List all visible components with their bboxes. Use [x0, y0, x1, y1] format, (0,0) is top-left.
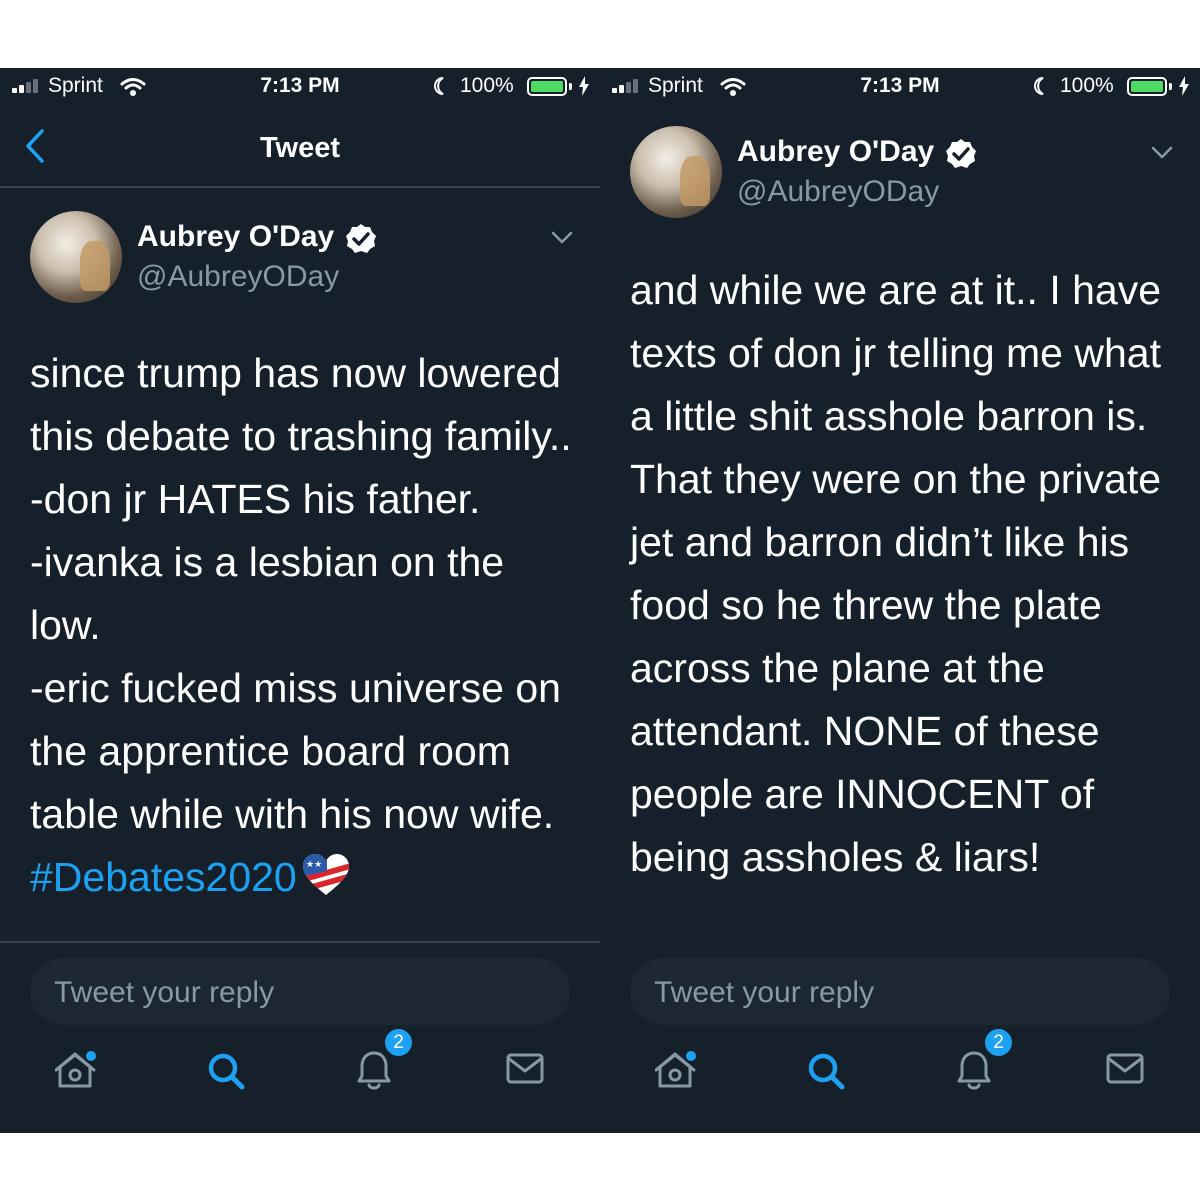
new-tweets-dot [86, 1051, 96, 1061]
hashtag-line: #Debates2020 ★★ [30, 846, 572, 909]
chevron-down-icon[interactable] [551, 231, 573, 245]
tweet-line: jet and barron didn’t like his [630, 519, 1130, 565]
tweet-line: a little shit asshole barron is. [630, 393, 1148, 439]
tweet-header: Tweet [0, 104, 600, 188]
search-icon [808, 1053, 845, 1090]
tab-search[interactable] [204, 1043, 274, 1133]
tweet-line: table while with his now wife. [30, 791, 555, 837]
battery-level [531, 81, 563, 92]
tweet-line: low. [30, 602, 101, 648]
battery-level [1131, 81, 1163, 92]
tab-bar: 2 [0, 1029, 600, 1133]
tweet-line: across the plane at the [630, 645, 1045, 691]
tweet-line: since trump has now lowered [30, 350, 561, 396]
messages-icon [1106, 1053, 1144, 1084]
page-title: Tweet [259, 132, 341, 164]
search-icon [208, 1053, 245, 1090]
tweet-line: food so he threw the plate [630, 582, 1102, 628]
reply-input[interactable]: Tweet your reply [630, 958, 1170, 1025]
battery-icon [1127, 77, 1167, 96]
tweet-line: people are INNOCENT of [630, 771, 1095, 817]
divider [0, 941, 600, 943]
reply-placeholder: Tweet your reply [54, 976, 275, 1009]
moon-icon [1034, 77, 1044, 95]
battery-percent: 100% [460, 74, 514, 97]
author-handle[interactable]: @AubreyODay [737, 175, 939, 209]
tweet-line: this debate to trashing family.. [30, 413, 572, 459]
new-tweets-dot [686, 1051, 696, 1061]
tweet-screen-left: Sprint 7:13 PM 100% Tweet Aubrey O'Day @… [0, 68, 600, 1133]
avatar[interactable] [30, 211, 122, 303]
author-name[interactable]: Aubrey O'Day [737, 135, 934, 169]
tab-messages[interactable] [505, 1043, 575, 1133]
charging-bolt-icon [1179, 76, 1189, 96]
battery-icon [527, 77, 567, 96]
tweet-line: That they were on the private [630, 456, 1162, 502]
tweet-line: the apprentice board room [30, 728, 511, 774]
author-handle[interactable]: @AubreyODay [137, 260, 339, 294]
tab-bar: 2 [600, 1029, 1200, 1133]
reply-placeholder: Tweet your reply [654, 976, 875, 1009]
author-name[interactable]: Aubrey O'Day [137, 220, 334, 254]
reply-input[interactable]: Tweet your reply [30, 958, 570, 1025]
battery-cap [569, 83, 572, 90]
verified-icon [946, 139, 976, 168]
tab-notifications[interactable]: 2 [954, 1029, 1024, 1133]
flag-heart-icon: ★★ [302, 854, 349, 895]
status-bar: Sprint 7:13 PM 100% [0, 68, 600, 104]
charging-bolt-icon [579, 76, 589, 96]
tweet-screen-right: Sprint 7:13 PM 100% Aubrey O'Day @Aubrey… [600, 68, 1200, 1133]
tweet-text: and while we are at it.. I have texts of… [630, 259, 1161, 889]
notification-badge: 2 [985, 1029, 1012, 1056]
tab-search[interactable] [804, 1043, 874, 1133]
status-bar: Sprint 7:13 PM 100% [600, 68, 1200, 104]
messages-icon [506, 1053, 544, 1084]
tweet-line: -eric fucked miss universe on [30, 665, 561, 711]
notification-badge: 2 [385, 1029, 412, 1056]
moon-icon [434, 77, 444, 95]
tab-home[interactable] [55, 1043, 125, 1133]
tab-messages[interactable] [1105, 1043, 1175, 1133]
avatar[interactable] [630, 126, 722, 218]
battery-cap [1169, 83, 1172, 90]
tab-notifications[interactable]: 2 [354, 1029, 424, 1133]
battery-percent: 100% [1060, 74, 1114, 97]
tweet-line: -don jr HATES his father. [30, 476, 481, 522]
tab-home[interactable] [655, 1043, 725, 1133]
tweet-line: -ivanka is a lesbian on the [30, 539, 505, 585]
tweet-line: and while we are at it.. I have [630, 267, 1162, 313]
tweet-text: since trump has now lowered this debate … [30, 342, 572, 909]
svg-text:★★: ★★ [306, 860, 322, 870]
tweet-line: texts of don jr telling me what [630, 330, 1161, 376]
verified-icon [346, 224, 376, 253]
tweet-line: attendant. NONE of these [630, 708, 1100, 754]
tweet-line: being assholes & liars! [630, 834, 1041, 880]
chevron-down-icon[interactable] [1151, 146, 1173, 160]
hashtag-link[interactable]: #Debates2020 [30, 854, 297, 900]
